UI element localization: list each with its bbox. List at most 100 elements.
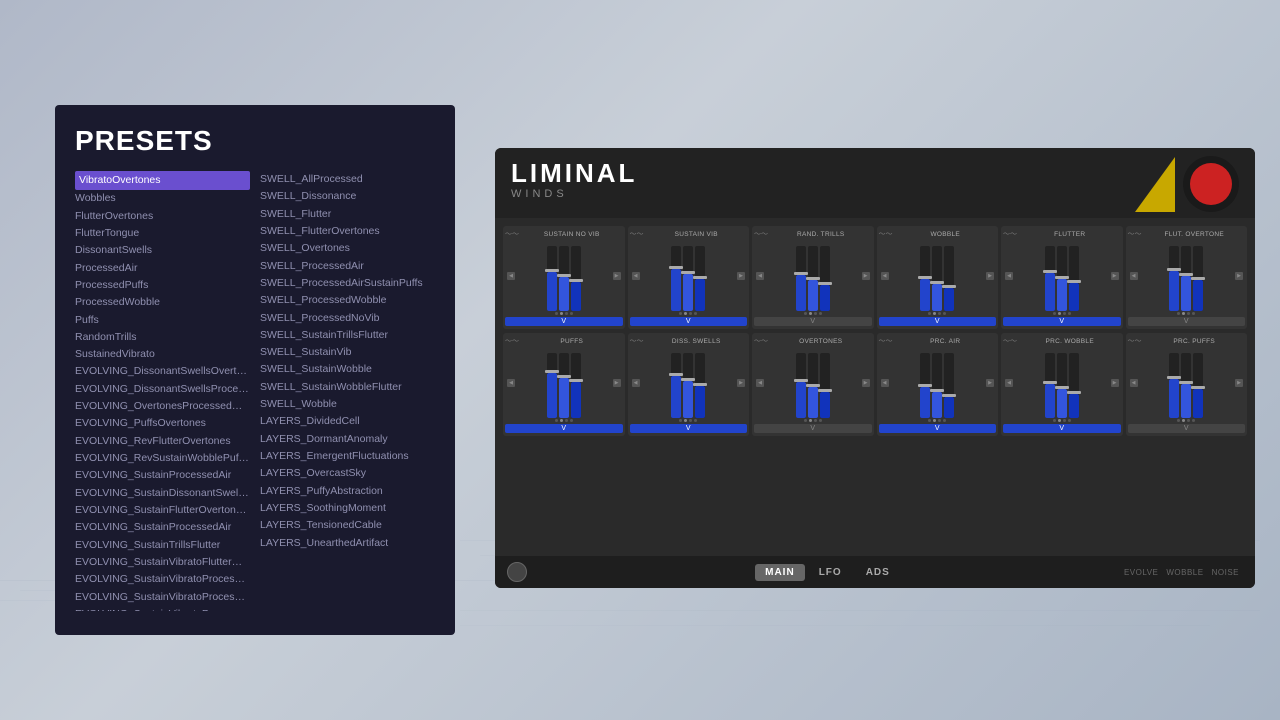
preset-item[interactable]: SWELL_ProcessedAirSustainPuffs <box>260 275 435 292</box>
fader-knob[interactable] <box>557 274 571 277</box>
tab-button[interactable]: MAIN <box>755 564 805 581</box>
v-button[interactable]: V <box>630 317 748 326</box>
preset-item[interactable]: EVOLVING_SustainProcessedAir <box>75 467 250 484</box>
fader-track[interactable] <box>571 246 581 311</box>
preset-item[interactable]: Wobbles <box>75 190 250 207</box>
v-button[interactable]: V <box>505 424 623 433</box>
channel-left-btn[interactable]: ◀ <box>881 379 889 387</box>
fader-track[interactable] <box>547 246 557 311</box>
channel-right-btn[interactable]: ▶ <box>1111 272 1119 280</box>
channel-left-btn[interactable]: ◀ <box>1005 272 1013 280</box>
fader-knob[interactable] <box>569 279 583 282</box>
fader-knob[interactable] <box>1179 381 1193 384</box>
v-button[interactable]: V <box>754 424 872 433</box>
preset-item[interactable]: SWELL_FlutterOvertones <box>260 223 435 240</box>
fader-knob[interactable] <box>681 271 695 274</box>
fader-knob[interactable] <box>942 394 956 397</box>
v-button[interactable]: V <box>630 424 748 433</box>
fader-track[interactable] <box>808 353 818 418</box>
v-button[interactable]: V <box>1003 424 1121 433</box>
channel-right-btn[interactable]: ▶ <box>613 272 621 280</box>
preset-item[interactable]: SWELL_SustainWobbleFlutter <box>260 379 435 396</box>
fader-knob[interactable] <box>1043 270 1057 273</box>
fader-track[interactable] <box>1169 353 1179 418</box>
fader-track[interactable] <box>932 246 942 311</box>
preset-item[interactable]: LAYERS_DividedCell <box>260 413 435 430</box>
fader-track[interactable] <box>820 353 830 418</box>
v-button[interactable]: V <box>1128 317 1246 326</box>
preset-item[interactable]: FlutterOvertones <box>75 208 250 225</box>
preset-item[interactable]: EVOLVING_SustainVibratoProcessAirPuffs <box>75 571 250 588</box>
fader-track[interactable] <box>695 353 705 418</box>
fader-knob[interactable] <box>1179 273 1193 276</box>
channel-right-btn[interactable]: ▶ <box>1235 272 1243 280</box>
fader-knob[interactable] <box>1191 386 1205 389</box>
fader-knob[interactable] <box>794 272 808 275</box>
preset-item[interactable]: EVOLVING_SustainVibratoFlutterOvertones <box>75 554 250 571</box>
preset-item[interactable]: EVOLVING_SustainVibratoProcessedWobble <box>75 606 250 611</box>
fader-track[interactable] <box>796 353 806 418</box>
channel-left-btn[interactable]: ◀ <box>1130 272 1138 280</box>
fader-knob[interactable] <box>806 277 820 280</box>
preset-item[interactable]: Puffs <box>75 312 250 329</box>
channel-right-btn[interactable]: ▶ <box>1235 379 1243 387</box>
fader-track[interactable] <box>571 353 581 418</box>
fader-track[interactable] <box>547 353 557 418</box>
preset-item[interactable]: ProcessedAir <box>75 260 250 277</box>
channel-left-btn[interactable]: ◀ <box>632 272 640 280</box>
preset-item[interactable]: ProcessedWobble <box>75 294 250 311</box>
fader-knob[interactable] <box>693 383 707 386</box>
fader-track[interactable] <box>1057 353 1067 418</box>
fader-knob[interactable] <box>669 266 683 269</box>
v-button[interactable]: V <box>1128 424 1246 433</box>
channel-left-btn[interactable]: ◀ <box>632 379 640 387</box>
fader-track[interactable] <box>683 353 693 418</box>
fader-track[interactable] <box>671 353 681 418</box>
fader-knob[interactable] <box>669 373 683 376</box>
fader-track[interactable] <box>559 246 569 311</box>
fader-knob[interactable] <box>806 384 820 387</box>
preset-item[interactable]: SWELL_Dissonance <box>260 188 435 205</box>
v-button[interactable]: V <box>879 424 997 433</box>
preset-item[interactable]: LAYERS_UnearthedArtifact <box>260 535 435 552</box>
preset-item[interactable]: EVOLVING_DissonantSwellsOvertones <box>75 363 250 380</box>
fader-knob[interactable] <box>1167 376 1181 379</box>
fader-track[interactable] <box>944 353 954 418</box>
preset-item[interactable]: LAYERS_PuffyAbstraction <box>260 483 435 500</box>
preset-item[interactable]: SWELL_Wobble <box>260 396 435 413</box>
channel-left-btn[interactable]: ◀ <box>1005 379 1013 387</box>
channel-right-btn[interactable]: ▶ <box>862 379 870 387</box>
fader-track[interactable] <box>1193 353 1203 418</box>
fader-knob[interactable] <box>818 282 832 285</box>
preset-item[interactable]: EVOLVING_SustainVibratoProcessedPuffs <box>75 589 250 606</box>
fader-track[interactable] <box>559 353 569 418</box>
preset-item[interactable]: LAYERS_EmergentFluctuations <box>260 448 435 465</box>
fader-track[interactable] <box>920 353 930 418</box>
fader-track[interactable] <box>1181 246 1191 311</box>
fader-track[interactable] <box>944 246 954 311</box>
preset-item[interactable]: EVOLVING_RevSustainWobblePuffsAir <box>75 450 250 467</box>
fader-track[interactable] <box>1057 246 1067 311</box>
channel-left-btn[interactable]: ◀ <box>507 379 515 387</box>
preset-item[interactable]: DissonantSwells <box>75 242 250 259</box>
fader-track[interactable] <box>695 246 705 311</box>
fader-track[interactable] <box>683 246 693 311</box>
preset-item[interactable]: SWELL_SustainTrillsFlutter <box>260 327 435 344</box>
preset-item[interactable]: RandomTrills <box>75 329 250 346</box>
channel-right-btn[interactable]: ▶ <box>737 272 745 280</box>
preset-item[interactable]: EVOLVING_SustainFlutterOvertoneProcessed… <box>75 502 250 519</box>
channel-left-btn[interactable]: ◀ <box>756 272 764 280</box>
fader-track[interactable] <box>808 246 818 311</box>
preset-item[interactable]: EVOLVING_DissonantSwellsProcessedAir <box>75 381 250 398</box>
fader-knob[interactable] <box>545 269 559 272</box>
preset-item[interactable]: LAYERS_OvercastSky <box>260 465 435 482</box>
fader-track[interactable] <box>671 246 681 311</box>
preset-item[interactable]: SWELL_AllProcessed <box>260 171 435 188</box>
fader-track[interactable] <box>1069 246 1079 311</box>
fader-track[interactable] <box>932 353 942 418</box>
fader-knob[interactable] <box>930 389 944 392</box>
preset-item[interactable]: EVOLVING_PuffsOvertones <box>75 415 250 432</box>
fader-knob[interactable] <box>942 285 956 288</box>
fader-knob[interactable] <box>1191 277 1205 280</box>
v-button[interactable]: V <box>879 317 997 326</box>
